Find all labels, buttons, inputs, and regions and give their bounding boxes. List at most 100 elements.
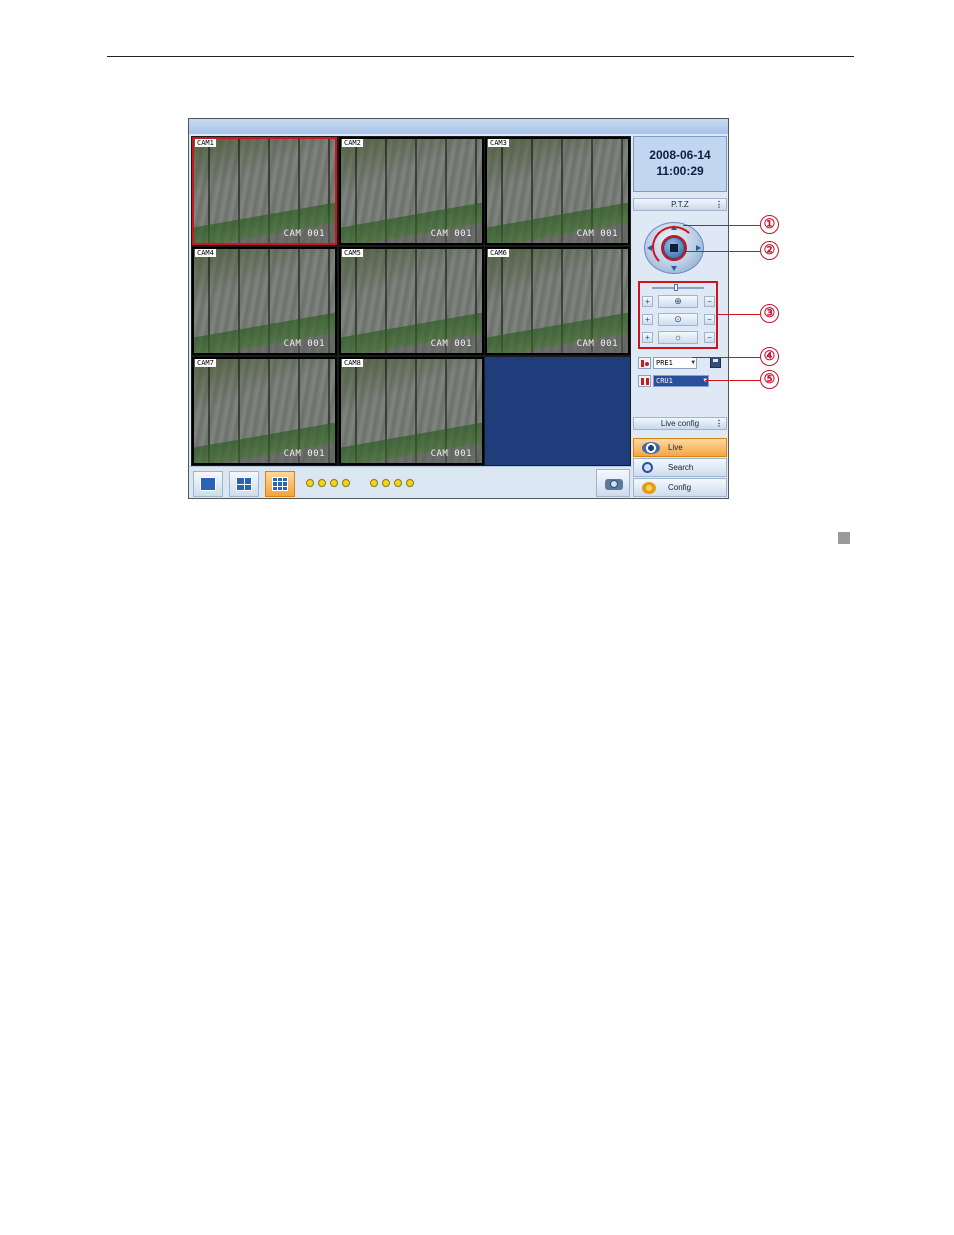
callout-highlight-2 xyxy=(661,235,687,261)
live-config-header[interactable]: Live config ⋮ xyxy=(633,417,727,430)
preset-value: PRE1 xyxy=(656,359,673,367)
gear-icon xyxy=(642,482,656,494)
iris-row: + ☼ − xyxy=(642,331,716,345)
chevron-down-icon: ▼ xyxy=(691,359,695,366)
zoom-icon: ⊙ xyxy=(658,313,698,326)
focus-icon: ⊕ xyxy=(658,295,698,308)
clock-time: 11:00:29 xyxy=(656,164,704,178)
layout-1x1-button[interactable] xyxy=(193,471,223,497)
channel-dot[interactable] xyxy=(306,479,314,487)
search-icon xyxy=(642,462,653,473)
zoom-plus-button[interactable]: + xyxy=(642,314,653,325)
channel-dot[interactable] xyxy=(330,479,338,487)
callout-5: ⑤ xyxy=(760,370,779,389)
dvr-client-window: CAM1 CAM 001 CAM2 CAM 001 CAM3 CAM 001 C… xyxy=(188,118,729,499)
cruise-row: CRU1 ▼ xyxy=(638,375,724,387)
camera-label: CAM5 xyxy=(342,249,363,257)
clock-display: 2008-06-14 11:00:29 xyxy=(633,136,727,192)
window-titlebar xyxy=(189,119,728,134)
layout-3x3-button[interactable] xyxy=(265,471,295,497)
callout-line-5 xyxy=(705,380,760,381)
iris-minus-button[interactable]: − xyxy=(704,332,715,343)
camera-label: CAM1 xyxy=(195,139,216,147)
bottom-toolbar xyxy=(189,466,632,498)
channel-dot[interactable] xyxy=(382,479,390,487)
channel-dot[interactable] xyxy=(394,479,402,487)
live-label: Live xyxy=(668,443,683,452)
camera-tile-4[interactable]: CAM4 CAM 001 xyxy=(192,247,337,355)
channel-dot[interactable] xyxy=(342,479,350,487)
save-icon[interactable] xyxy=(710,357,721,368)
camera-tile-5[interactable]: CAM5 CAM 001 xyxy=(339,247,484,355)
preset-select[interactable]: PRE1 ▼ xyxy=(653,357,697,369)
camera-tile-6[interactable]: CAM6 CAM 001 xyxy=(485,247,630,355)
camera-tile-7[interactable]: CAM7 CAM 001 xyxy=(192,357,337,465)
channel-dot[interactable] xyxy=(370,479,378,487)
camera-label: CAM4 xyxy=(195,249,216,257)
layout-nine-icon xyxy=(272,477,288,491)
search-label: Search xyxy=(668,463,694,472)
live-button[interactable]: Live xyxy=(633,438,727,457)
camera-caption: CAM 001 xyxy=(430,449,472,459)
clock-date: 2008-06-14 xyxy=(649,148,711,162)
camera-caption: CAM 001 xyxy=(283,229,325,239)
camera-tile-empty[interactable] xyxy=(485,357,630,465)
cruise-select[interactable]: CRU1 ▼ xyxy=(653,375,709,387)
slider-knob[interactable] xyxy=(674,284,678,291)
eye-icon xyxy=(642,442,660,454)
search-button[interactable]: Search xyxy=(633,458,727,477)
camera-label: CAM7 xyxy=(195,359,216,367)
camera-label: CAM6 xyxy=(488,249,509,257)
channel-dots-group-1 xyxy=(306,479,350,489)
callout-line-1 xyxy=(683,225,760,226)
live-config-title: Live config xyxy=(660,419,700,428)
camera-caption: CAM 001 xyxy=(283,449,325,459)
camera-caption: CAM 001 xyxy=(283,339,325,349)
camera-caption: CAM 001 xyxy=(430,339,472,349)
callout-line-2 xyxy=(683,251,760,252)
camera-caption: CAM 001 xyxy=(430,229,472,239)
config-button[interactable]: Config xyxy=(633,478,727,497)
side-panel: 2008-06-14 11:00:29 P.T.Z ⋮ + ⊕ − + ⊙ − … xyxy=(632,134,728,498)
callout-1: ① xyxy=(760,215,779,234)
square-bullet-marker xyxy=(838,532,850,544)
camera-label: CAM8 xyxy=(342,359,363,367)
focus-row: + ⊕ − xyxy=(642,295,716,309)
camera-tile-3[interactable]: CAM3 CAM 001 xyxy=(485,137,630,245)
zoom-row: + ⊙ − xyxy=(642,313,716,327)
ptz-panel-title: P.T.Z xyxy=(671,200,689,209)
layout-quad-icon xyxy=(236,477,252,491)
chevron-down-icon: ▼ xyxy=(703,377,707,385)
speed-slider[interactable] xyxy=(652,284,704,291)
camera-grid: CAM1 CAM 001 CAM2 CAM 001 CAM3 CAM 001 C… xyxy=(191,136,631,466)
more-icon[interactable]: ⋮ xyxy=(715,418,723,429)
camera-caption: CAM 001 xyxy=(576,339,618,349)
callout-line-3 xyxy=(718,314,760,315)
more-icon[interactable]: ⋮ xyxy=(715,199,723,210)
camera-tile-8[interactable]: CAM8 CAM 001 xyxy=(339,357,484,465)
iris-icon: ☼ xyxy=(658,331,698,344)
iris-plus-button[interactable]: + xyxy=(642,332,653,343)
layout-2x2-button[interactable] xyxy=(229,471,259,497)
layout-single-icon xyxy=(200,477,216,491)
camera-caption: CAM 001 xyxy=(576,229,618,239)
preset-row: PRE1 ▼ xyxy=(638,357,724,369)
cruise-icon[interactable] xyxy=(638,375,651,387)
callout-line-4 xyxy=(692,357,760,358)
header-rule xyxy=(107,56,854,57)
snapshot-button[interactable] xyxy=(596,469,630,497)
cruise-value: CRU1 xyxy=(656,377,673,385)
ptz-direction-control[interactable] xyxy=(644,222,704,274)
camera-tile-1[interactable]: CAM1 CAM 001 xyxy=(192,137,337,245)
zoom-minus-button[interactable]: − xyxy=(704,314,715,325)
channel-dot[interactable] xyxy=(318,479,326,487)
camera-tile-2[interactable]: CAM2 CAM 001 xyxy=(339,137,484,245)
channel-dot[interactable] xyxy=(406,479,414,487)
focus-minus-button[interactable]: − xyxy=(704,296,715,307)
preset-icon[interactable] xyxy=(638,357,651,369)
camera-label: CAM2 xyxy=(342,139,363,147)
callout-4: ④ xyxy=(760,347,779,366)
ptz-panel-header[interactable]: P.T.Z ⋮ xyxy=(633,198,727,211)
focus-plus-button[interactable]: + xyxy=(642,296,653,307)
callout-2: ② xyxy=(760,241,779,260)
